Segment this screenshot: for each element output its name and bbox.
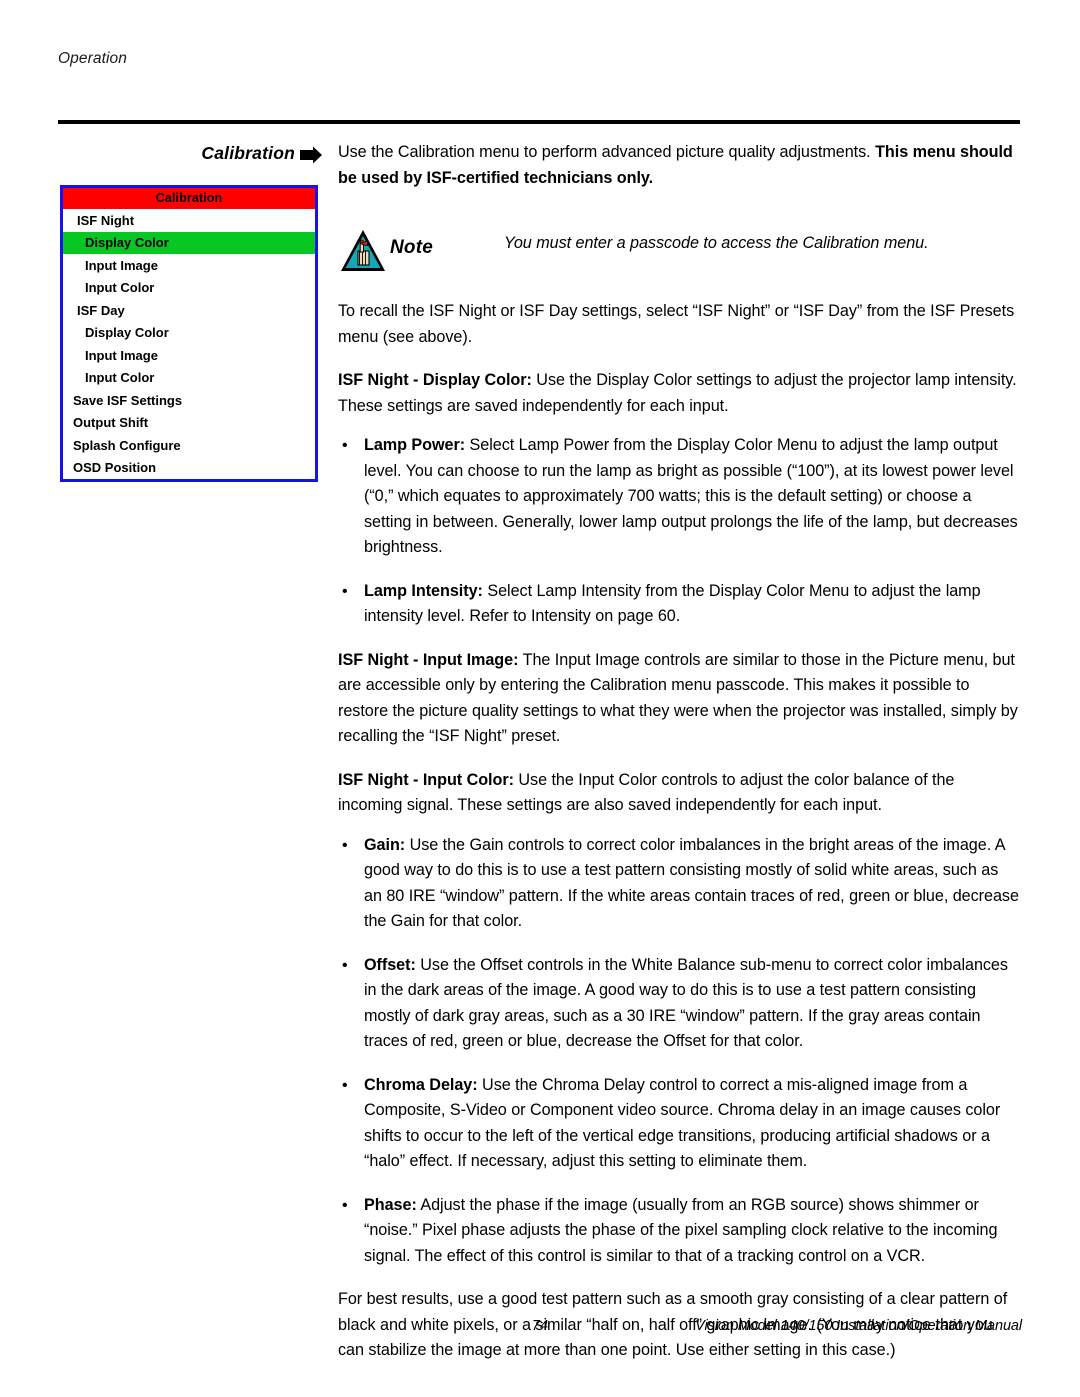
bullet-item: • Phase: Adjust the phase if the image (u…	[338, 1193, 1020, 1270]
header-rule	[58, 120, 1020, 124]
intro-plain: Use the Calibration menu to perform adva…	[338, 143, 876, 161]
bullet-glyph: •	[342, 956, 348, 974]
intensity-reference: Intensity	[530, 607, 591, 625]
note-label: Note	[390, 237, 434, 258]
osd-menu-item[interactable]: Input Image	[63, 254, 315, 277]
osd-menu-item[interactable]: Input Color	[63, 367, 315, 390]
bullet-item: • Gain: Use the Gain controls to correct …	[338, 833, 1020, 935]
bullet-lamp-intensity: • Lamp Intensity: Select Lamp Intensity f…	[338, 579, 1020, 630]
input-color-lead: ISF Night - Input Color:	[338, 770, 514, 789]
osd-menu-item[interactable]: Display Color	[63, 231, 315, 254]
display-color-paragraph: ISF Night - Display Color: Use the Displ…	[338, 368, 1020, 419]
bullet-lead: Phase:	[364, 1195, 417, 1214]
bullet-body: Use the Offset controls in the White Bal…	[364, 955, 1008, 1051]
bullet-glyph: •	[342, 582, 348, 600]
input-image-lead: ISF Night - Input Image:	[338, 650, 519, 669]
bullet-lamp-power: • Lamp Power: Select Lamp Power from the …	[338, 433, 1020, 561]
osd-menu-item[interactable]: Output Shift	[63, 412, 315, 435]
right-arrow-icon	[300, 146, 322, 164]
osd-menu-item[interactable]: Splash Configure	[63, 434, 315, 457]
bullet-lead: Offset:	[364, 955, 416, 974]
bullet-body: Select Lamp Power from the Display Color…	[364, 436, 1018, 556]
bullet-lead: Chroma Delay:	[364, 1075, 478, 1094]
bullet-glyph: •	[342, 1196, 348, 1214]
intro-paragraph: Use the Calibration menu to perform adva…	[338, 140, 1020, 191]
osd-menu-item[interactable]: Save ISF Settings	[63, 389, 315, 412]
bullet-glyph: •	[342, 836, 348, 854]
body-column: Use the Calibration menu to perform adva…	[338, 140, 1020, 1382]
recall-paragraph: To recall the ISF Night or ISF Day setti…	[338, 302, 1015, 346]
bullet-body-part2: on page 60.	[590, 607, 681, 625]
osd-menu-item[interactable]: OSD Position	[63, 457, 315, 480]
running-head: Operation	[58, 50, 127, 67]
bullet-lead: Lamp Intensity:	[364, 581, 483, 600]
osd-menu-item[interactable]: ISF Day	[63, 299, 315, 322]
bullet-lead: Lamp Power:	[364, 436, 466, 454]
osd-menu-item[interactable]: Input Color	[63, 277, 315, 300]
bullet-body: Use the Gain controls to correct color i…	[364, 835, 1019, 931]
osd-menu-item[interactable]: ISF Night	[63, 209, 315, 232]
bullet-lead: Gain:	[364, 835, 406, 854]
bullet-item: • Offset: Use the Offset controls in the …	[338, 953, 1020, 1055]
input-image-paragraph: ISF Night - Input Image: The Input Image…	[338, 648, 1020, 750]
section-marker-label: Calibration	[201, 143, 295, 163]
note-hand-triangle-icon	[340, 229, 386, 273]
bullet-glyph: •	[342, 437, 348, 454]
input-color-paragraph: ISF Night - Input Color: Use the Input C…	[338, 768, 1020, 819]
osd-menu-title: Calibration	[63, 188, 315, 209]
note-callout: Note You must enter a passcode to access…	[338, 209, 1020, 295]
note-text: You must enter a passcode to access the …	[504, 234, 929, 252]
osd-menu-item[interactable]: Input Image	[63, 344, 315, 367]
bullet-item: • Chroma Delay: Use the Chroma Delay cont…	[338, 1073, 1020, 1175]
bullet-glyph: •	[342, 1076, 348, 1094]
bullet-body: Adjust the phase if the image (usually f…	[364, 1195, 998, 1265]
osd-menu-calibration: Calibration ISF Night Display Color Input …	[60, 185, 318, 482]
footer-manual-title: Vision Model 140/150 Installation/Operat…	[695, 1318, 1022, 1334]
osd-menu-item[interactable]: Display Color	[63, 322, 315, 345]
display-color-lead: ISF Night - Display Color:	[338, 371, 532, 389]
